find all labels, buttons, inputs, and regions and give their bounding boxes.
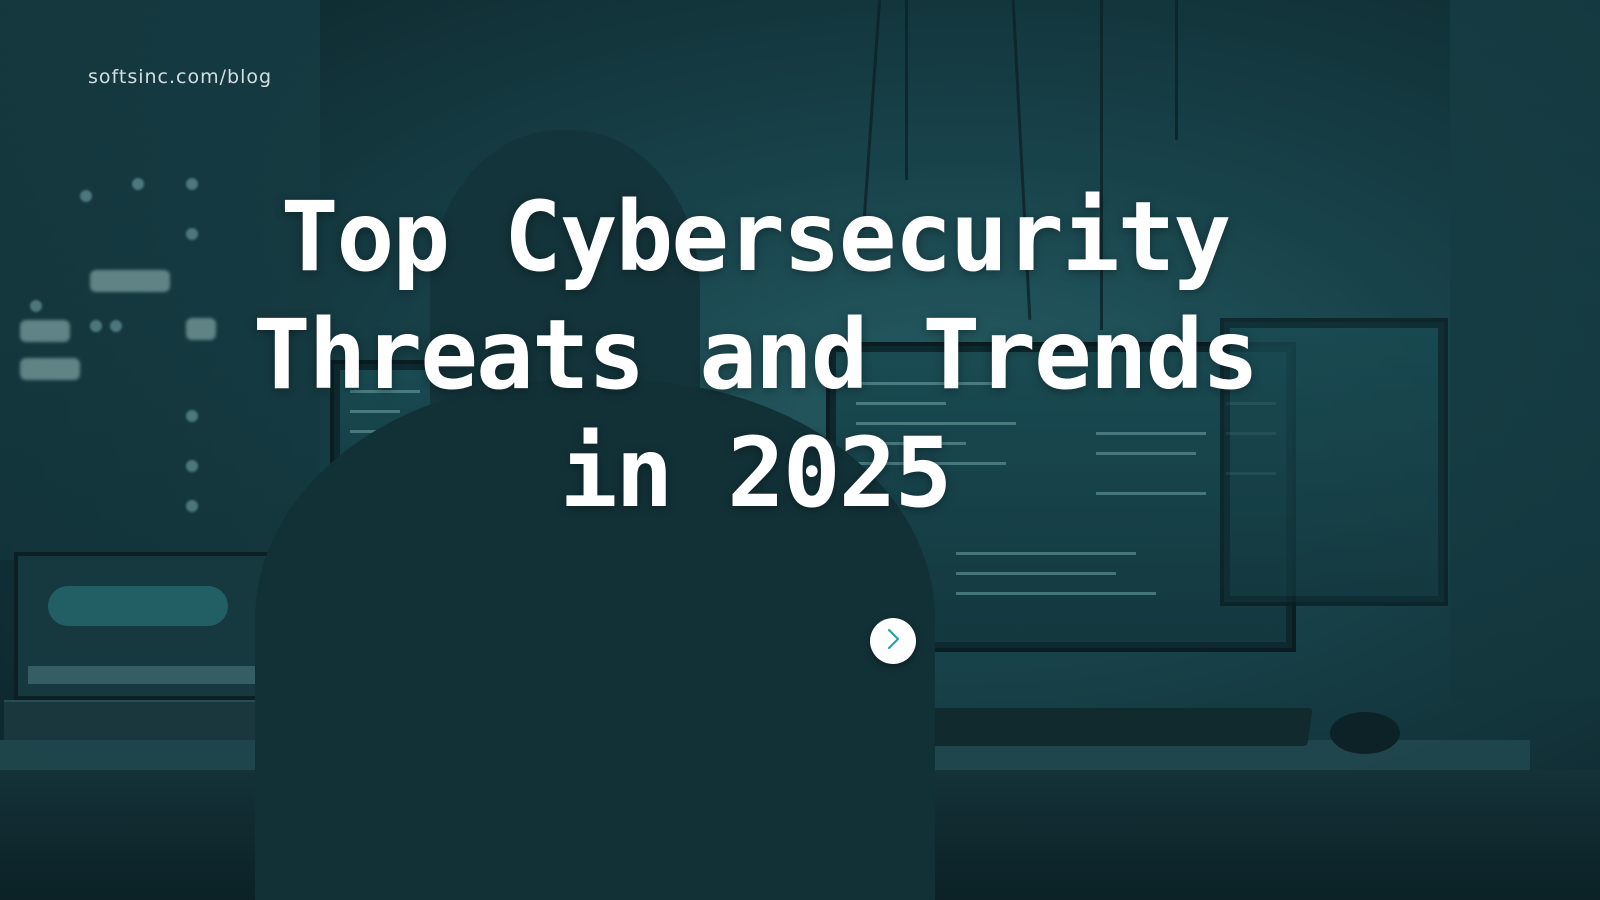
page-title: Top Cybersecurity Threats and Trends in … bbox=[252, 181, 1259, 529]
hero-banner: softsinc.com/blog Top Cybersecurity Thre… bbox=[0, 0, 1600, 900]
chevron-right-icon bbox=[883, 627, 903, 656]
site-url: softsinc.com/blog bbox=[88, 66, 273, 88]
next-button[interactable] bbox=[870, 618, 916, 664]
